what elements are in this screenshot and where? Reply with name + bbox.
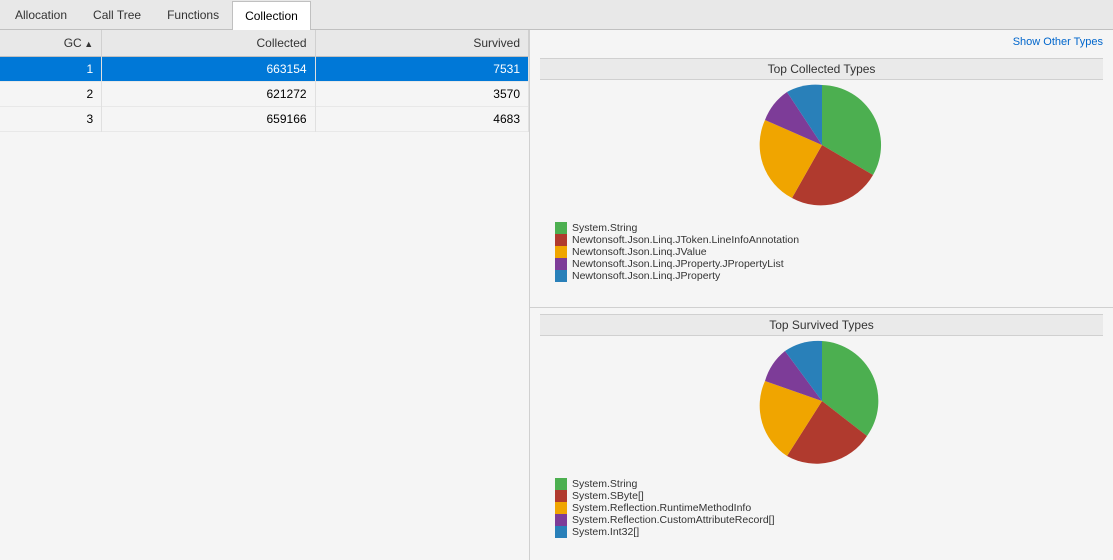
legend-color-box bbox=[555, 526, 567, 538]
collected-pie-chart bbox=[757, 80, 887, 210]
top-survived-title: Top Survived Types bbox=[540, 314, 1103, 336]
legend-item: Newtonsoft.Json.Linq.JProperty.JProperty… bbox=[555, 258, 799, 270]
cell-collected: 663154 bbox=[102, 57, 315, 82]
legend-item: System.String bbox=[555, 222, 799, 234]
cell-gc: 3 bbox=[0, 107, 102, 132]
show-other-types-button[interactable]: Show Other Types bbox=[1013, 36, 1103, 48]
top-collected-title: Top Collected Types bbox=[540, 58, 1103, 80]
legend-item: System.Reflection.CustomAttributeRecord[… bbox=[555, 514, 775, 526]
legend-item: System.Int32[] bbox=[555, 526, 775, 538]
table-row[interactable]: 26212723570 bbox=[0, 82, 529, 107]
app-container: Allocation Call Tree Functions Collectio… bbox=[0, 0, 1113, 560]
tab-bar: Allocation Call Tree Functions Collectio… bbox=[0, 0, 1113, 30]
legend-item: System.SByte[] bbox=[555, 490, 775, 502]
legend-item: Newtonsoft.Json.Linq.JProperty bbox=[555, 270, 799, 282]
legend-item: System.String bbox=[555, 478, 775, 490]
table-header-row: GC Collected Survived bbox=[0, 30, 529, 57]
section-divider bbox=[530, 307, 1113, 308]
table-row[interactable]: 16631547531 bbox=[0, 57, 529, 82]
legend-color-box bbox=[555, 246, 567, 258]
collected-chart-and-legend: System.StringNewtonsoft.Json.Linq.JToken… bbox=[540, 80, 1103, 282]
legend-label: Newtonsoft.Json.Linq.JProperty.JProperty… bbox=[572, 258, 784, 270]
gc-table: GC Collected Survived 166315475312621272… bbox=[0, 30, 529, 132]
legend-label: System.String bbox=[572, 478, 637, 490]
tab-call-tree[interactable]: Call Tree bbox=[80, 0, 154, 29]
legend-item: System.Reflection.RuntimeMethodInfo bbox=[555, 502, 775, 514]
table-row[interactable]: 36591664683 bbox=[0, 107, 529, 132]
top-bar-right: Show Other Types bbox=[530, 30, 1113, 54]
legend-color-box bbox=[555, 258, 567, 270]
right-panel: Show Other Types Top Collected Types bbox=[530, 30, 1113, 560]
legend-color-box bbox=[555, 502, 567, 514]
legend-label: Newtonsoft.Json.Linq.JProperty bbox=[572, 270, 720, 282]
legend-item: Newtonsoft.Json.Linq.JValue bbox=[555, 246, 799, 258]
legend-color-box bbox=[555, 222, 567, 234]
main-content: GC Collected Survived 166315475312621272… bbox=[0, 30, 1113, 560]
cell-survived: 7531 bbox=[315, 57, 528, 82]
survived-chart-and-legend: System.StringSystem.SByte[]System.Reflec… bbox=[540, 336, 1103, 538]
tab-collection[interactable]: Collection bbox=[232, 1, 311, 30]
cell-survived: 3570 bbox=[315, 82, 528, 107]
cell-gc: 1 bbox=[0, 57, 102, 82]
top-collected-section: Top Collected Types bbox=[530, 54, 1113, 305]
cell-collected: 621272 bbox=[102, 82, 315, 107]
legend-label: System.Reflection.CustomAttributeRecord[… bbox=[572, 514, 775, 526]
legend-color-box bbox=[555, 234, 567, 246]
legend-label: System.String bbox=[572, 222, 637, 234]
cell-survived: 4683 bbox=[315, 107, 528, 132]
legend-color-box bbox=[555, 478, 567, 490]
left-panel: GC Collected Survived 166315475312621272… bbox=[0, 30, 530, 560]
top-survived-section: Top Survived Types bbox=[530, 310, 1113, 560]
legend-color-box bbox=[555, 270, 567, 282]
col-collected[interactable]: Collected bbox=[102, 30, 315, 57]
legend-color-box bbox=[555, 490, 567, 502]
survived-pie-chart bbox=[757, 336, 887, 466]
collected-pie-svg bbox=[757, 80, 887, 210]
tab-allocation[interactable]: Allocation bbox=[2, 0, 80, 29]
col-survived[interactable]: Survived bbox=[315, 30, 528, 57]
legend-label: System.Reflection.RuntimeMethodInfo bbox=[572, 502, 751, 514]
legend-item: Newtonsoft.Json.Linq.JToken.LineInfoAnno… bbox=[555, 234, 799, 246]
cell-collected: 659166 bbox=[102, 107, 315, 132]
survived-legend: System.StringSystem.SByte[]System.Reflec… bbox=[540, 478, 775, 538]
legend-label: System.Int32[] bbox=[572, 526, 639, 538]
legend-label: System.SByte[] bbox=[572, 490, 644, 502]
collected-legend: System.StringNewtonsoft.Json.Linq.JToken… bbox=[540, 222, 799, 282]
right-content: Show Other Types Top Collected Types bbox=[530, 30, 1113, 560]
survived-pie-svg bbox=[757, 336, 887, 466]
tab-functions[interactable]: Functions bbox=[154, 0, 232, 29]
charts-wrapper: Top Collected Types bbox=[530, 54, 1113, 560]
legend-label: Newtonsoft.Json.Linq.JToken.LineInfoAnno… bbox=[572, 234, 799, 246]
col-gc[interactable]: GC bbox=[0, 30, 102, 57]
cell-gc: 2 bbox=[0, 82, 102, 107]
legend-color-box bbox=[555, 514, 567, 526]
legend-label: Newtonsoft.Json.Linq.JValue bbox=[572, 246, 707, 258]
